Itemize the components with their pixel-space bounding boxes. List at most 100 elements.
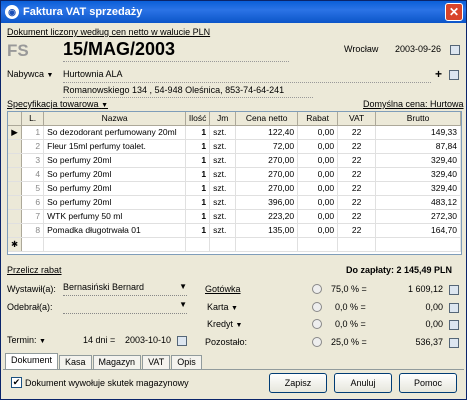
cell-gross[interactable]: 329,40 (375, 181, 461, 196)
row-selector[interactable] (8, 223, 23, 238)
issue-date[interactable]: 2003-09-26 (395, 44, 441, 54)
cell-vat[interactable]: 22 (337, 181, 377, 196)
cell-vat[interactable]: 22 (337, 153, 377, 168)
cell-gross[interactable]: 87,84 (375, 139, 461, 154)
new-row-cell[interactable] (297, 237, 339, 252)
cell-price[interactable]: 270,00 (235, 153, 299, 168)
table-row[interactable]: 3 So perfumy 20ml 1 szt. 270,00 0,00 22 329,40 (8, 153, 461, 168)
cell-price[interactable]: 270,00 (235, 181, 299, 196)
payment-credit-amount[interactable]: 0,00 (397, 319, 443, 329)
cell-vat[interactable]: 22 (337, 223, 377, 238)
payment-card-label[interactable]: Karta ▼ (207, 302, 238, 312)
cell-jm[interactable]: szt. (209, 167, 237, 182)
cell-lp[interactable]: 6 (21, 195, 45, 210)
tab-dokument[interactable]: Dokument (5, 353, 59, 369)
tab-kasa[interactable]: Kasa (59, 355, 92, 369)
cell-lp[interactable]: 4 (21, 167, 45, 182)
tab-magazyn[interactable]: Magazyn (92, 355, 142, 369)
cell-lp[interactable]: 5 (21, 181, 45, 196)
cell-lp[interactable]: 7 (21, 209, 45, 224)
table-row[interactable]: 7 WTK perfumy 50 ml 1 szt. 223,20 0,00 22 272,3… (8, 209, 461, 224)
cell-vat[interactable]: 22 (337, 195, 377, 210)
cell-lp[interactable]: 3 (21, 153, 45, 168)
payment-credit-radio[interactable] (312, 319, 322, 329)
cell-lp[interactable]: 8 (21, 223, 45, 238)
term-dropdown-icon[interactable]: ▼ (39, 338, 46, 345)
cell-name[interactable]: Fleur 15ml perfumy toalet. (43, 139, 187, 154)
tab-opis[interactable]: Opis (171, 355, 202, 369)
cell-vat[interactable]: 22 (337, 167, 377, 182)
cell-gross[interactable]: 329,40 (375, 167, 461, 182)
table-row[interactable]: 4 So perfumy 20ml 1 szt. 270,00 0,00 22 329,40 (8, 167, 461, 182)
row-selector[interactable] (8, 139, 23, 154)
warehouse-effect-checkbox[interactable]: ✔ Dokument wywołuje skutek magazynowy (11, 377, 189, 388)
cell-gross[interactable]: 149,33 (375, 125, 461, 140)
cell-price[interactable]: 72,00 (235, 139, 299, 154)
term-days[interactable]: 14 dni = (83, 335, 115, 345)
add-buyer-icon[interactable]: + (435, 67, 442, 81)
cell-name[interactable]: So perfumy 20ml (43, 181, 187, 196)
cell-name[interactable]: So dezodorant perfumowany 20ml (43, 125, 187, 140)
recalc-discount-link[interactable]: Przelicz rabat (7, 265, 62, 275)
cell-gross[interactable]: 329,40 (375, 153, 461, 168)
col-qty[interactable]: Ilość (185, 112, 211, 126)
payment-cash-amount[interactable]: 1 609,12 (397, 284, 443, 294)
cell-qty[interactable]: 1 (185, 223, 211, 238)
payment-remaining-percent[interactable]: 25,0 % = (331, 337, 367, 347)
currency-info-link[interactable]: Dokument liczony według cen netto w walu… (7, 27, 210, 37)
save-button[interactable]: Zapisz (269, 373, 327, 393)
table-row[interactable]: 5 So perfumy 20ml 1 szt. 270,00 0,00 22 329,40 (8, 181, 461, 196)
cell-price[interactable]: 135,00 (235, 223, 299, 238)
cell-discount[interactable]: 0,00 (297, 167, 339, 182)
cell-qty[interactable]: 1 (185, 209, 211, 224)
payment-credit-percent[interactable]: 0,0 % = (335, 319, 366, 329)
cell-discount[interactable]: 0,00 (297, 125, 339, 140)
new-row[interactable]: ✱ (8, 237, 461, 252)
cell-gross[interactable]: 483,12 (375, 195, 461, 210)
received-by-dropdown-icon[interactable]: ▼ (179, 300, 187, 309)
close-button[interactable]: ✕ (445, 3, 463, 21)
col-vat[interactable]: VAT (337, 112, 377, 126)
cell-price[interactable]: 396,00 (235, 195, 299, 210)
payment-cash-percent[interactable]: 75,0 % = (331, 284, 367, 294)
new-row-cell[interactable] (21, 237, 45, 252)
payment-card-amount[interactable]: 0,00 (397, 302, 443, 312)
payment-remaining-radio[interactable] (312, 337, 322, 347)
table-row[interactable]: ▶ 1 So dezodorant perfumowany 20ml 1 szt. 122… (8, 125, 461, 140)
place-label[interactable]: Wrocław (344, 44, 378, 54)
cancel-button[interactable]: Anuluj (334, 373, 392, 393)
title-bar[interactable]: ◉ Faktura VAT sprzedaży ✕ (1, 1, 466, 23)
tab-vat[interactable]: VAT (142, 355, 171, 369)
cell-name[interactable]: Pomadka długotrwała 01 (43, 223, 187, 238)
cell-qty[interactable]: 1 (185, 195, 211, 210)
cell-qty[interactable]: 1 (185, 167, 211, 182)
cell-price[interactable]: 223,20 (235, 209, 299, 224)
table-row[interactable]: 6 So perfumy 20ml 1 szt. 396,00 0,00 22 483,12 (8, 195, 461, 210)
row-selector[interactable] (8, 209, 23, 224)
cell-name[interactable]: So perfumy 20ml (43, 153, 187, 168)
cell-jm[interactable]: szt. (209, 181, 237, 196)
cell-name[interactable]: WTK perfumy 50 ml (43, 209, 187, 224)
payment-cash-radio[interactable] (312, 284, 322, 294)
calendar-icon[interactable] (450, 45, 460, 55)
new-row-cell[interactable] (375, 237, 461, 252)
cell-qty[interactable]: 1 (185, 125, 211, 140)
row-selector[interactable] (8, 153, 23, 168)
term-calendar-icon[interactable] (177, 336, 187, 346)
new-row-cell[interactable] (235, 237, 299, 252)
cell-name[interactable]: So perfumy 20ml (43, 195, 187, 210)
payment-card-calc-icon[interactable] (449, 303, 459, 313)
col-name[interactable]: Nazwa (43, 112, 187, 126)
cell-name[interactable]: So perfumy 20ml (43, 167, 187, 182)
cell-jm[interactable]: szt. (209, 195, 237, 210)
payment-card-percent[interactable]: 0,0 % = (335, 302, 366, 312)
doc-number[interactable]: 15/MAG/2003 (63, 39, 175, 60)
items-table[interactable]: L. Nazwa Ilość Jm Cena netto Rabat VAT B… (7, 111, 462, 255)
cell-jm[interactable]: szt. (209, 153, 237, 168)
payment-card-radio[interactable] (312, 302, 322, 312)
cell-price[interactable]: 270,00 (235, 167, 299, 182)
buyer-name-field[interactable]: Hurtownia ALA (63, 69, 431, 83)
cell-qty[interactable]: 1 (185, 153, 211, 168)
buyer-card-icon[interactable] (449, 70, 459, 80)
table-row[interactable]: 2 Fleur 15ml perfumy toalet. 1 szt. 72,00 0,0… (8, 139, 461, 154)
